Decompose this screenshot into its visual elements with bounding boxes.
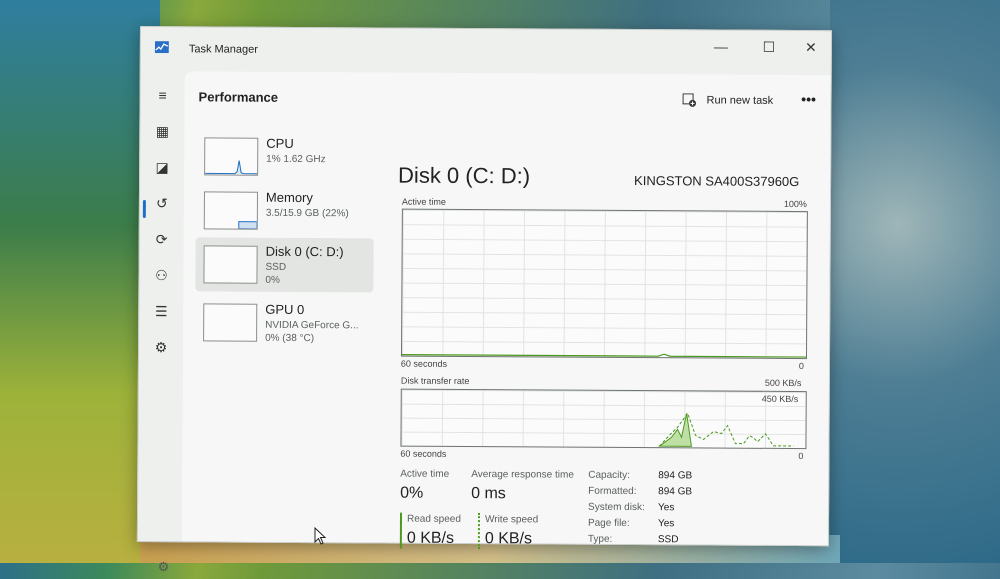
gpu-thumbnail-graph [203, 303, 258, 342]
transfer-graph-inner-max: 450 KB/s [761, 393, 799, 405]
write-speed-indicator [477, 513, 481, 550]
users-icon[interactable]: ⚇ [151, 265, 171, 285]
write-speed-value: 0 KB/s [484, 530, 533, 548]
run-new-task-label: Run new task [706, 94, 774, 107]
nav-rail: ≡ ▦ ◪ ↺ ⟳ ⚇ ☰ ⚙ ⚙ [138, 71, 185, 574]
active-time-graph-max: 100% [783, 198, 807, 210]
active-time-min: 0 [798, 361, 804, 372]
transfer-graph-label: Disk transfer rate [400, 375, 470, 387]
read-speed-label: Read speed [406, 513, 461, 525]
transfer-min: 0 [798, 451, 804, 462]
services-icon[interactable]: ⚙ [151, 337, 171, 357]
startup-apps-icon[interactable]: ⟳ [152, 229, 172, 249]
formatted-value: 894 GB [658, 486, 693, 498]
formatted-label: Formatted: [588, 485, 637, 498]
detail-title: Disk 0 (C: D:) [398, 162, 531, 189]
minimize-button[interactable]: — [699, 32, 743, 60]
maximize-button[interactable]: ☐ [747, 33, 791, 61]
write-speed-label: Write speed [484, 514, 539, 526]
details-icon[interactable]: ☰ [151, 301, 171, 321]
resource-name: Memory [265, 189, 313, 206]
avg-response-value: 0 ms [471, 485, 506, 503]
active-time-graph [400, 208, 808, 360]
resource-list: CPU 1% 1.62 GHz Memory 3.5/15.9 GB (22%)… [189, 129, 374, 370]
avg-response-label: Average response time [471, 469, 574, 481]
active-time-x-label: 60 seconds [400, 358, 448, 369]
run-new-task-button[interactable]: Run new task [682, 86, 773, 115]
resource-name: CPU [266, 135, 294, 151]
active-time-stat-label: Active time [400, 468, 450, 480]
disk-model: KINGSTON SA400S37960G [634, 173, 800, 190]
window-title: Task Manager [188, 43, 258, 56]
resource-usage: 0% [265, 274, 280, 286]
resource-item-gpu-0[interactable]: GPU 0 NVIDIA GeForce G... 0% (38 °C) [195, 295, 373, 350]
more-options-button[interactable]: ••• [796, 87, 820, 115]
transfer-rate-graph: 450 KB/s [400, 388, 807, 450]
hamburger-icon[interactable]: ≡ [153, 85, 173, 105]
type-label: Type: [587, 533, 613, 545]
processes-icon[interactable]: ▦ [152, 121, 172, 141]
memory-thumbnail-graph [203, 191, 258, 230]
system-disk-label: System disk: [588, 501, 645, 514]
resource-usage: 0% (38 °C) [265, 332, 315, 345]
active-time-stat-value: 0% [400, 484, 424, 502]
read-speed-indicator [399, 512, 403, 549]
page-file-label: Page file: [587, 517, 630, 530]
resource-detail: 3.5/15.9 GB (22%) [265, 207, 349, 220]
cpu-thumbnail-graph [204, 137, 259, 176]
resource-name: GPU 0 [265, 301, 305, 318]
resource-name: Disk 0 (C: D:) [265, 243, 344, 260]
page-title: Performance [198, 89, 279, 105]
settings-icon[interactable]: ⚙ [158, 559, 170, 575]
page-file-value: Yes [657, 518, 675, 530]
resource-detail: 1% 1.62 GHz [266, 153, 326, 166]
resource-item-disk-0[interactable]: Disk 0 (C: D:) SSD 0% [195, 237, 374, 293]
active-time-graph-label: Active time [401, 196, 446, 207]
close-button[interactable]: ✕ [789, 33, 833, 61]
app-history-icon[interactable]: ↺ [152, 193, 172, 213]
capacity-value: 894 GB [658, 470, 693, 482]
performance-icon[interactable]: ◪ [152, 157, 172, 177]
task-manager-app-icon [154, 41, 169, 54]
type-value: SSD [657, 534, 679, 546]
task-manager-window: Task Manager — ☐ ✕ ≡ ▦ ◪ ↺ ⟳ ⚇ ☰ ⚙ ⚙ Per… [136, 26, 832, 574]
capacity-label: Capacity: [588, 469, 630, 482]
wallpaper-right [830, 0, 1000, 563]
nav-active-indicator [142, 200, 146, 219]
wallpaper-left [0, 0, 160, 563]
system-disk-value: Yes [658, 502, 675, 514]
resource-detail: NVIDIA GeForce G... [265, 319, 359, 332]
transfer-x-label: 60 seconds [400, 448, 447, 459]
resource-item-memory[interactable]: Memory 3.5/15.9 GB (22%) [196, 183, 374, 238]
title-bar[interactable]: Task Manager — ☐ ✕ [141, 27, 831, 75]
performance-page: Performance Run new task ••• CPU 1% 1.62… [181, 71, 831, 550]
read-speed-value: 0 KB/s [406, 529, 455, 547]
resource-item-cpu[interactable]: CPU 1% 1.62 GHz [196, 129, 374, 184]
resource-detail: SSD [265, 261, 287, 273]
mouse-cursor-icon [314, 527, 326, 545]
disk-thumbnail-graph [203, 245, 258, 284]
run-task-icon [682, 93, 697, 107]
transfer-graph-max: 500 KB/s [764, 377, 802, 389]
